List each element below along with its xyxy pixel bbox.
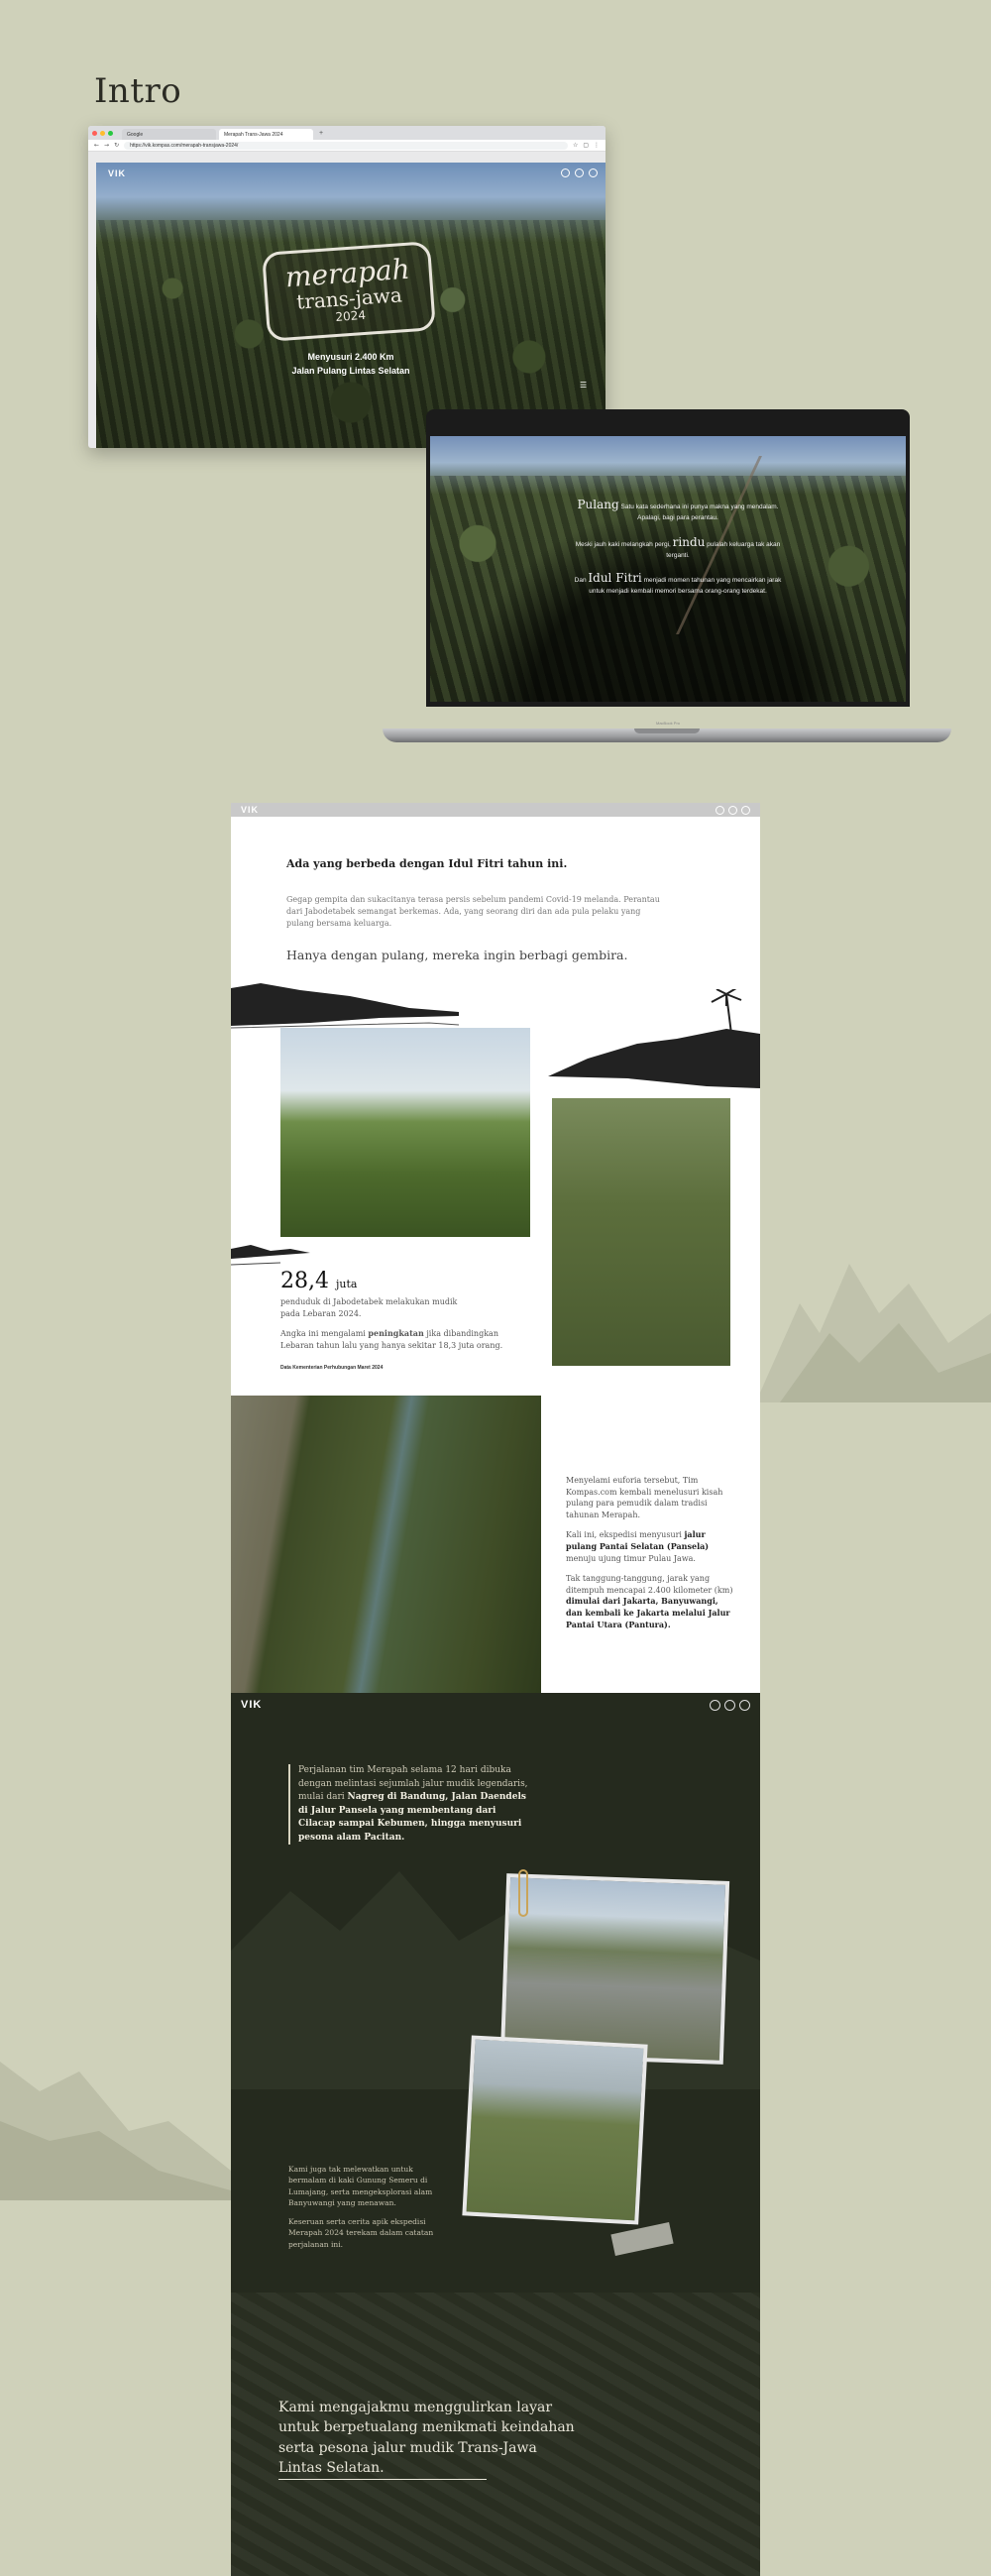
final-invite-text: Kami mengajakmu menggulirkan layar untuk… xyxy=(278,2400,575,2476)
new-tab-icon[interactable]: + xyxy=(319,130,323,137)
hamburger-menu-icon[interactable]: ☰ xyxy=(580,381,590,391)
title-badge: merapah trans-jawa 2024 xyxy=(262,241,436,342)
page-header-icons xyxy=(716,805,750,815)
info-icon[interactable] xyxy=(739,1699,750,1711)
browser-tabbar: Google Merapah Trans-Jawa 2024 + xyxy=(88,126,606,140)
laptop-text-3a: Dan xyxy=(574,577,587,584)
sound-icon[interactable] xyxy=(575,168,584,177)
aerial-paragraph-2: Kali ini, ekspedisi menyusuri jalur pula… xyxy=(566,1529,734,1564)
info-icon[interactable] xyxy=(741,805,750,815)
dark-journey-section: VIK Perjalanan tim Merapah selama 12 har… xyxy=(231,1693,760,2293)
stat-value: 28,4 xyxy=(280,1269,329,1293)
aerial-p3-a: Tak tanggung-tanggung, jarak yang ditemp… xyxy=(566,1574,733,1595)
maximize-window-button[interactable] xyxy=(108,130,113,136)
minimize-window-button[interactable] xyxy=(100,130,105,136)
sound-icon[interactable] xyxy=(724,1699,735,1711)
dark-header-icons xyxy=(710,1699,750,1711)
dark-header: VIK xyxy=(231,1693,760,1717)
address-bar: ← → ↻ https://vik.kompas.com/merapah-tra… xyxy=(88,140,606,152)
forward-arrow-icon[interactable]: → xyxy=(104,142,109,149)
browser-tab-google[interactable]: Google xyxy=(122,129,216,140)
laptop-text-1: Satu kata sederhana ini punya makna yang… xyxy=(620,504,779,521)
hero-line-2: Jalan Pulang Lintas Selatan xyxy=(291,365,410,376)
ink-mountain-right-illustration xyxy=(548,989,760,1088)
laptop-model-label: MacBook Pro xyxy=(655,721,680,726)
window-controls xyxy=(92,130,113,136)
tape-decoration xyxy=(610,2222,674,2256)
stat-comparison-a: Angka ini mengalami xyxy=(280,1329,366,1338)
photo-aerial-river xyxy=(231,1396,541,1693)
final-underline xyxy=(278,2479,487,2480)
aerial-paragraph-1: Menyelami euforia tersebut, Tim Kompas.c… xyxy=(566,1476,723,1519)
badge-year: 2024 xyxy=(335,307,367,324)
laptop-paragraph-3: Dan Idul Fitri menjadi momen tahunan yan… xyxy=(569,569,787,597)
browser-window: Google Merapah Trans-Jawa 2024 + ← → ↻ h… xyxy=(88,126,606,448)
background-mountain-right xyxy=(760,1264,991,1402)
share-icon[interactable] xyxy=(710,1699,720,1711)
photo-cars-rice-field xyxy=(280,1028,530,1237)
word-pulang: Pulang xyxy=(577,498,619,511)
scroll-page-mockup: VIK Ada yang berbeda dengan Idul Fitri t… xyxy=(231,803,760,2576)
stat-comparison-b: peningkatan xyxy=(368,1328,424,1338)
aerial-p2-c: menuju ujung timur Pulau Jawa. xyxy=(566,1553,696,1563)
stat-description: penduduk di Jabodetabek melakukan mudik … xyxy=(280,1297,458,1318)
laptop-mockup: Pulang Satu kata sederhana ini punya mak… xyxy=(426,409,910,707)
aerial-section-text: Menyelami euforia tersebut, Tim Kompas.c… xyxy=(566,1475,734,1639)
journey-quote: Perjalanan tim Merapah selama 12 hari di… xyxy=(288,1764,536,1845)
word-idul-fitri: Idul Fitri xyxy=(588,571,642,585)
section-title: Intro xyxy=(94,71,182,111)
browser-viewport: VIK merapah trans-jawa 2024 Menyusuri 2.… xyxy=(96,163,606,448)
dark-section-text: Kami juga tak melewatkan untuk bermalam … xyxy=(288,2164,452,2258)
intro-quote: Hanya dengan pulang, mereka ingin berbag… xyxy=(286,948,628,962)
browser-tab-merapah[interactable]: Merapah Trans-Jawa 2024 xyxy=(219,129,313,140)
laptop-screen: Pulang Satu kata sederhana ini punya mak… xyxy=(430,436,906,702)
intro-heading: Ada yang berbeda dengan Idul Fitri tahun… xyxy=(286,857,568,870)
url-input[interactable]: https://vik.kompas.com/merapah-transjawa… xyxy=(124,141,568,150)
share-icon[interactable] xyxy=(716,805,724,815)
aerial-p2-a: Kali ini, ekspedisi menyusuri xyxy=(566,1530,682,1540)
star-icon[interactable]: ☆ xyxy=(573,142,578,149)
site-logo[interactable]: VIK xyxy=(108,168,126,178)
info-icon[interactable] xyxy=(589,168,598,177)
final-invite-section: Kami mengajakmu menggulirkan layar untuk… xyxy=(231,2293,760,2576)
stat-number: 28,4 juta xyxy=(280,1269,357,1293)
stat-comparison: Angka ini mengalami peningkatan jika dib… xyxy=(280,1328,518,1351)
laptop-paragraph-1: Pulang Satu kata sederhana ini punya mak… xyxy=(569,496,787,523)
aerial-paragraph-3: Tak tanggung-tanggung, jarak yang ditemp… xyxy=(566,1573,734,1630)
stat-source: Data Kementerian Perhubungan Maret 2024 xyxy=(280,1365,384,1371)
close-window-button[interactable] xyxy=(92,130,97,136)
intro-paragraph: Gegap gempita dan sukacitanya terasa per… xyxy=(286,895,660,928)
background-mountain-left xyxy=(0,2062,231,2200)
laptop-notch xyxy=(634,728,700,733)
aerial-p3-b: dimulai dari Jakarta, Banyuwangi, dan ke… xyxy=(566,1596,730,1629)
dark-header-logo[interactable]: VIK xyxy=(241,1699,262,1711)
menu-dots-icon[interactable]: ⋮ xyxy=(594,142,600,149)
hero-line-1: Menyusuri 2.400 Km xyxy=(307,352,394,362)
laptop-paragraph-2: Meski jauh kaki melangkah pergi, rindu p… xyxy=(569,533,787,561)
share-icon[interactable] xyxy=(561,168,570,177)
photo-bridge-valley xyxy=(552,1098,730,1366)
paperclip-icon xyxy=(518,1869,528,1917)
hero-subtitle: Menyusuri 2.400 Km Jalan Pulang Lintas S… xyxy=(96,351,606,378)
word-rindu: rindu xyxy=(672,535,706,549)
dark-paragraph-2: Keseruan serta cerita apik ekspedisi Mer… xyxy=(288,2217,434,2249)
page-logo[interactable]: VIK xyxy=(241,805,259,815)
header-icons xyxy=(561,168,598,177)
sound-icon[interactable] xyxy=(728,805,737,815)
dark-paragraph-1: Kami juga tak melewatkan untuk bermalam … xyxy=(288,2165,433,2207)
stat-unit: juta xyxy=(335,1278,358,1290)
extensions-icon[interactable]: ▢ xyxy=(583,142,589,149)
page-header: VIK xyxy=(231,803,760,817)
laptop-text-2a: Meski jauh kaki melangkah pergi, xyxy=(575,541,671,548)
back-arrow-icon[interactable]: ← xyxy=(94,142,99,149)
photo-highway xyxy=(499,1873,730,2065)
photo-road-mountain xyxy=(462,2035,648,2225)
reload-icon[interactable]: ↻ xyxy=(114,142,119,149)
